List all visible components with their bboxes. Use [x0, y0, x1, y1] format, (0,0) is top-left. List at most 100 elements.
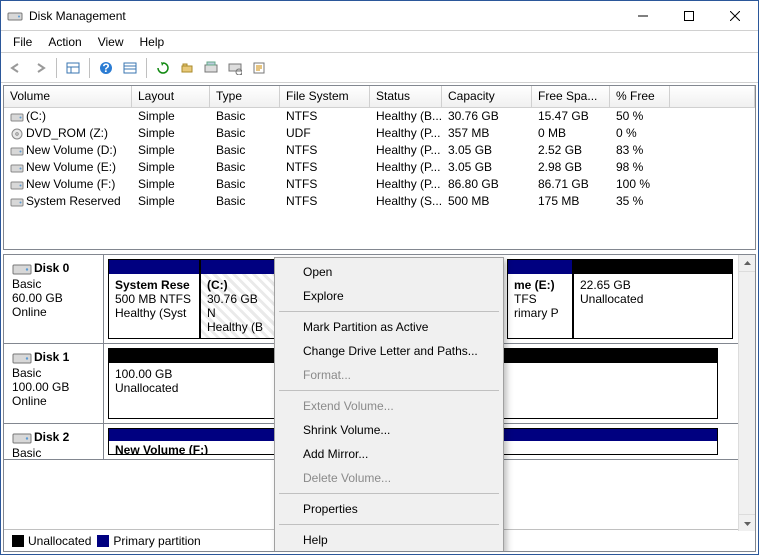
cell: 3.05 GB	[442, 159, 532, 176]
volume-row[interactable]: New Volume (D:)SimpleBasicNTFSHealthy (P…	[4, 142, 755, 159]
cell: 86.71 GB	[532, 176, 610, 193]
cell: Healthy (P...	[370, 176, 442, 193]
menu-item-open[interactable]: Open	[277, 260, 501, 284]
minimize-button[interactable]	[620, 1, 666, 30]
back-button[interactable]	[5, 57, 27, 79]
close-button[interactable]	[712, 1, 758, 30]
refresh-button[interactable]	[152, 57, 174, 79]
menu-item-shrink[interactable]: Shrink Volume...	[277, 418, 501, 442]
cell: Basic	[210, 159, 280, 176]
column-header[interactable]: Free Spa...	[532, 86, 610, 107]
settings-top-button[interactable]	[200, 57, 222, 79]
cell: Basic	[210, 142, 280, 159]
legend-unallocated-label: Unallocated	[28, 534, 91, 548]
drive-icon	[10, 179, 24, 191]
menu-view[interactable]: View	[90, 33, 132, 51]
menu-action[interactable]: Action	[40, 33, 89, 51]
legend-primary-swatch	[97, 535, 109, 547]
help-button[interactable]: ?	[95, 57, 117, 79]
cell: Basic	[210, 125, 280, 142]
menu-item-extend: Extend Volume...	[277, 394, 501, 418]
cell: Simple	[132, 142, 210, 159]
scroll-down-icon[interactable]	[739, 514, 755, 531]
menu-item-change-letter[interactable]: Change Drive Letter and Paths...	[277, 339, 501, 363]
volume-row[interactable]: DVD_ROM (Z:)SimpleBasicUDFHealthy (P...3…	[4, 125, 755, 142]
partition-color-bar	[109, 260, 199, 274]
cell: 35 %	[610, 193, 670, 210]
cell: 500 MB	[442, 193, 532, 210]
disc-icon	[10, 128, 24, 140]
app-icon	[7, 8, 23, 24]
disk-header[interactable]: Disk 1Basic100.00 GBOnline	[4, 344, 104, 423]
cell: NTFS	[280, 176, 370, 193]
cell: Healthy (P...	[370, 142, 442, 159]
cell: Healthy (B...	[370, 108, 442, 125]
volume-row[interactable]: (C:)SimpleBasicNTFSHealthy (B...30.76 GB…	[4, 108, 755, 125]
cell: 83 %	[610, 142, 670, 159]
rescan-button[interactable]	[176, 57, 198, 79]
menu-item-explore[interactable]: Explore	[277, 284, 501, 308]
column-header[interactable]: Layout	[132, 86, 210, 107]
toolbar: ?	[1, 53, 758, 83]
window-title: Disk Management	[29, 9, 620, 23]
cell: 15.47 GB	[532, 108, 610, 125]
column-header[interactable]: Status	[370, 86, 442, 107]
volume-row[interactable]: New Volume (F:)SimpleBasicNTFSHealthy (P…	[4, 176, 755, 193]
menu-item-mark-active[interactable]: Mark Partition as Active	[277, 315, 501, 339]
column-header[interactable]: File System	[280, 86, 370, 107]
menu-item-add-mirror[interactable]: Add Mirror...	[277, 442, 501, 466]
drive-icon	[10, 162, 24, 174]
svg-text:?: ?	[102, 61, 109, 75]
disk-icon	[12, 261, 34, 277]
partition[interactable]: me (E:)TFSrimary P	[507, 259, 573, 339]
legend-unallocated-swatch	[12, 535, 24, 547]
cell: New Volume (F:)	[4, 176, 132, 193]
column-header[interactable]: Type	[210, 86, 280, 107]
cell: (C:)	[4, 108, 132, 125]
drive-icon	[10, 196, 24, 208]
cell: NTFS	[280, 108, 370, 125]
legend-primary-label: Primary partition	[113, 534, 200, 548]
drive-icon	[10, 111, 24, 123]
cell: Simple	[132, 176, 210, 193]
menu-help[interactable]: Help	[132, 33, 173, 51]
cell: Basic	[210, 193, 280, 210]
volume-row[interactable]: System ReservedSimpleBasicNTFSHealthy (S…	[4, 193, 755, 210]
column-header[interactable]: % Free	[610, 86, 670, 107]
volume-row[interactable]: New Volume (E:)SimpleBasicNTFSHealthy (P…	[4, 159, 755, 176]
column-header[interactable]: Volume	[4, 86, 132, 107]
content: VolumeLayoutTypeFile SystemStatusCapacit…	[1, 83, 758, 554]
partition-info: me (E:)TFSrimary P	[508, 274, 572, 338]
forward-button[interactable]	[29, 57, 51, 79]
menu-file[interactable]: File	[5, 33, 40, 51]
properties-button[interactable]	[248, 57, 270, 79]
column-header[interactable]: Capacity	[442, 86, 532, 107]
cell: Simple	[132, 193, 210, 210]
cell: Healthy (P...	[370, 159, 442, 176]
partition-color-bar	[508, 260, 572, 274]
show-hide-button[interactable]	[62, 57, 84, 79]
partition-info: System Rese500 MB NTFSHealthy (Syst	[109, 274, 199, 338]
partition[interactable]: System Rese500 MB NTFSHealthy (Syst	[108, 259, 200, 339]
vertical-scrollbar[interactable]	[738, 255, 755, 531]
cell: 2.98 GB	[532, 159, 610, 176]
menu-item-delete: Delete Volume...	[277, 466, 501, 490]
cell: 50 %	[610, 108, 670, 125]
cell: 2.52 GB	[532, 142, 610, 159]
partition[interactable]: 22.65 GBUnallocated	[573, 259, 733, 339]
cell: NTFS	[280, 142, 370, 159]
partition[interactable]: (C:)30.76 GB NHealthy (B	[200, 259, 275, 339]
list-button[interactable]	[119, 57, 141, 79]
settings-bottom-button[interactable]	[224, 57, 246, 79]
scroll-up-icon[interactable]	[739, 255, 755, 272]
cell: DVD_ROM (Z:)	[4, 125, 132, 142]
disk-graphical-view: Disk 0Basic60.00 GBOnlineSystem Rese500 …	[3, 254, 756, 552]
context-menu: OpenExplore Mark Partition as ActiveChang…	[274, 257, 504, 552]
disk-header[interactable]: Disk 2Basic	[4, 424, 104, 459]
cell: New Volume (E:)	[4, 159, 132, 176]
disk-header[interactable]: Disk 0Basic60.00 GBOnline	[4, 255, 104, 343]
menu-item-help[interactable]: Help	[277, 528, 501, 552]
partition-color-bar	[574, 260, 732, 274]
menu-item-properties[interactable]: Properties	[277, 497, 501, 521]
maximize-button[interactable]	[666, 1, 712, 30]
